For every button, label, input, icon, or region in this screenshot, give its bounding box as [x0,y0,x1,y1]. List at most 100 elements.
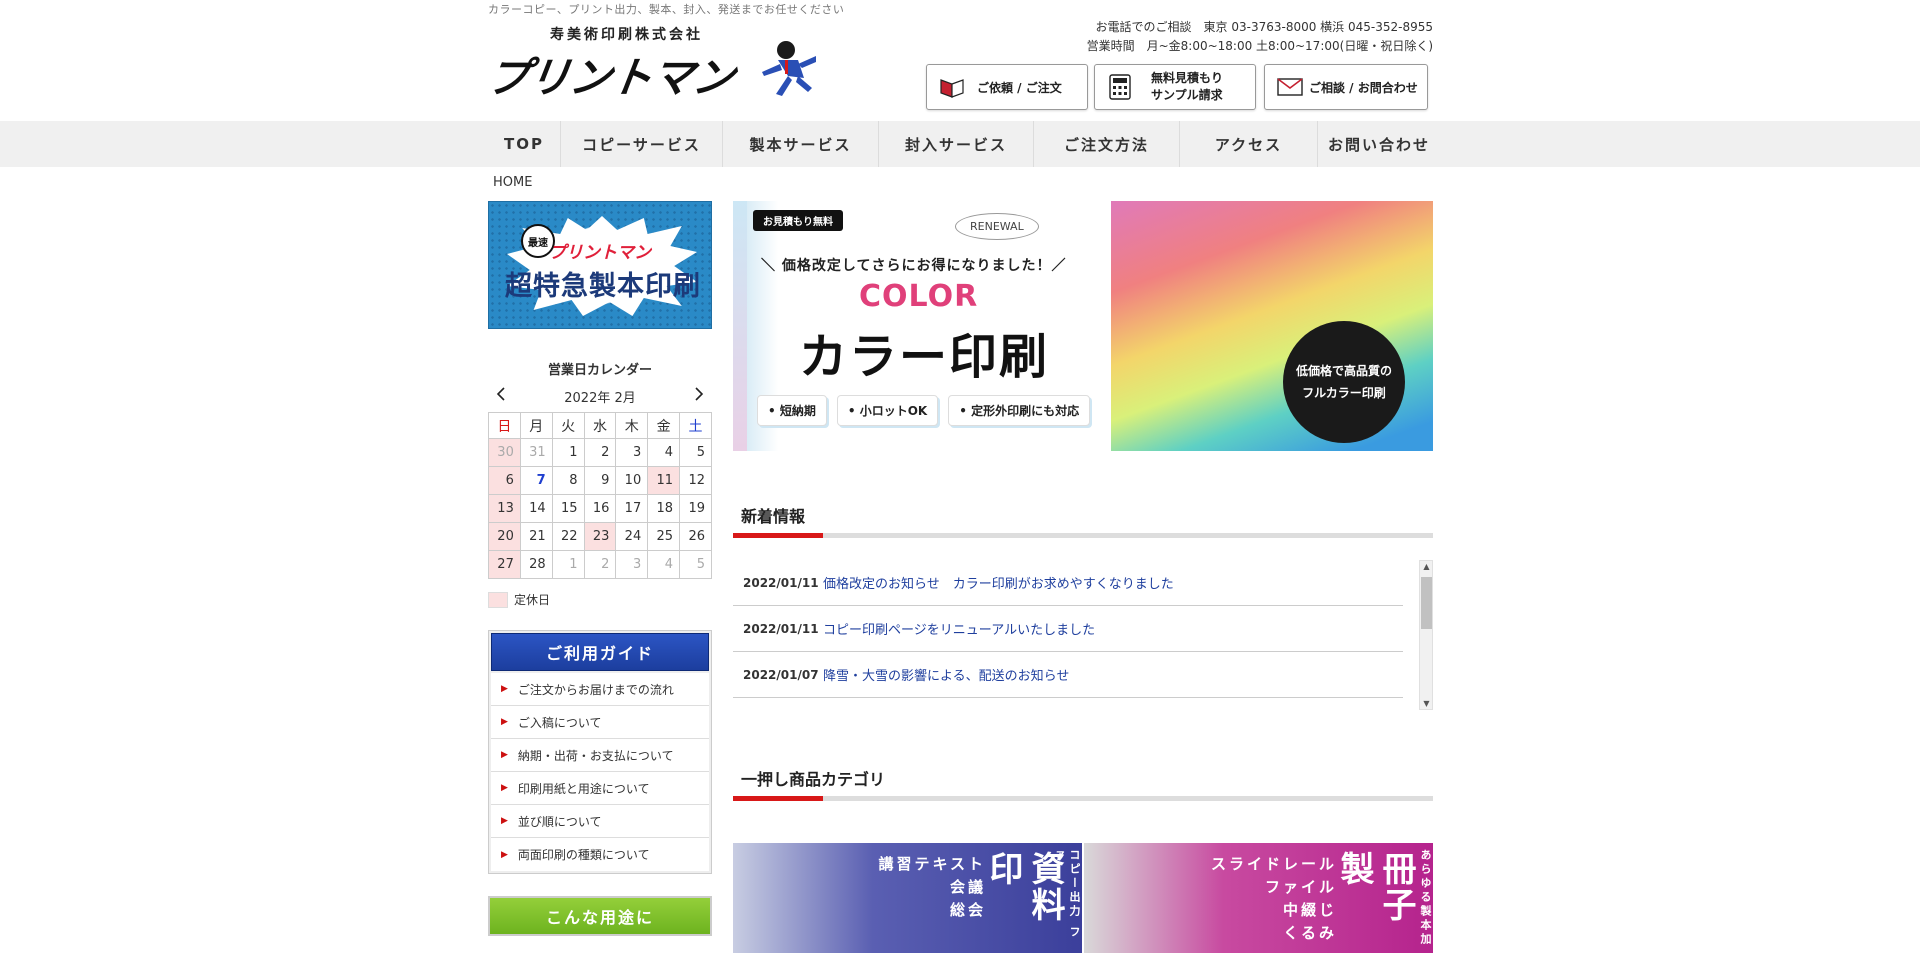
news-link[interactable]: 価格改定のお知らせ カラー印刷がお求めやすくなりました [823,573,1174,592]
guide-item[interactable]: ▶ 並び順について [491,805,709,838]
cat-line: 総会 [949,901,986,919]
calendar-day: 20 [488,522,521,551]
express-binding-banner[interactable]: 最速 プリントマン 超特急製本印刷 [488,201,712,329]
cat1-lines: 講習テキスト 会議 総会 [878,853,986,922]
calendar-day: 17 [615,494,649,523]
hero-left: お見積もり無料 RENEWAL ＼ 価格改定してさらにお得になりました！／ CO… [733,201,1111,451]
calendar-day: 30 [488,438,521,467]
calendar-day: 10 [615,466,649,495]
calendar-day: 9 [583,466,617,495]
calendar-day: 8 [551,466,585,495]
calendar-day: 1 [551,438,585,467]
circle-line-2: フルカラー印刷 [1302,386,1386,400]
calendar-day: 1 [551,550,585,579]
news-link[interactable]: 降雪・大雪の影響による、配送のお知らせ [823,665,1069,684]
weekday-sun: 日 [488,412,521,439]
news-item[interactable]: 2022/01/11 価格改定のお知らせ カラー印刷がお求めやすくなりました [733,560,1403,606]
triangle-right-icon: ▶ [501,684,508,694]
cat-line: 会議 [949,878,986,896]
calendar-day: 13 [488,494,521,523]
scroll-thumb[interactable] [1421,577,1432,629]
sidebar: 最速 プリントマン 超特急製本印刷 営業日カレンダー 2022年 2月 日 月 … [488,201,712,936]
cat-line: ファイル [1264,878,1337,896]
calendar-day: 25 [647,522,681,551]
news-scrollbar[interactable]: ▲ ▼ [1419,560,1433,710]
calendar-day: 5 [679,550,712,579]
cat2-vertical: あらゆる製本加 [1419,849,1432,947]
weekday-thu: 木 [615,412,649,439]
weekday-tue: 火 [551,412,585,439]
weekday-sat: 土 [679,412,712,439]
calendar-day: 23 [583,522,617,551]
prev-month-icon[interactable] [496,387,506,405]
calendar-day: 4 [647,550,681,579]
guide-item[interactable]: ▶ ご入稿について [491,706,709,739]
guide-item[interactable]: ▶ 納期・出荷・お支払について [491,739,709,772]
breadcrumb[interactable]: HOME [493,175,532,190]
banner-brand: プリントマン [549,243,651,263]
triangle-right-icon: ▶ [501,717,508,727]
hero-title: カラー印刷 [799,329,1050,385]
calendar-day: 24 [615,522,649,551]
triangle-right-icon: ▶ [501,783,508,793]
color-word: COLOR [859,279,979,314]
news-item[interactable]: 2022/01/11 コピー印刷ページをリニューアルいたしました [733,606,1403,652]
calendar-day: 18 [647,494,681,523]
guide-item[interactable]: ▶ 印刷用紙と用途について [491,772,709,805]
hero-tag: • 小ロットOK [836,395,939,426]
use-case-title[interactable]: こんな用途に [488,896,712,936]
guide-item-label: 納期・出荷・お支払について [517,748,674,763]
calendar-day: 12 [679,466,712,495]
calendar-day: 3 [615,438,649,467]
calendar-day: 4 [647,438,681,467]
scroll-down-icon[interactable]: ▼ [1422,699,1431,708]
guide-title[interactable]: ご利用ガイド [491,633,709,671]
hero-paper-image: 低価格で高品質の フルカラー印刷 [1111,201,1433,451]
main-content: お見積もり無料 RENEWAL ＼ 価格改定してさらにお得になりました！／ CO… [733,201,1433,953]
hero-tag: • 定形外印刷にも対応 [948,395,1091,426]
scroll-up-icon[interactable]: ▲ [1422,562,1431,571]
content-area: HOME 最速 プリントマン 超特急製本印刷 営業日カレンダー 2022年 2月… [488,0,1433,953]
calendar-day: 27 [488,550,521,579]
news-date: 2022/01/11 [743,621,819,636]
news-item[interactable]: 2022/01/07 降雪・大雪の影響による、配送のお知らせ [733,652,1403,698]
calendar-day: 15 [551,494,585,523]
hero-banner[interactable]: お見積もり無料 RENEWAL ＼ 価格改定してさらにお得になりました！／ CO… [733,201,1433,451]
calendar-day: 2 [583,550,617,579]
banner-title: 超特急製本印刷 [505,271,701,302]
calendar-month: 2022年 2月 [564,390,636,406]
calendar-day: 3 [615,550,649,579]
news-title: 新着情報 [733,497,1433,538]
business-calendar: 日 月 火 水 木 金 土 30 3 1 1 2 3 4 5 6 7 8 9 10… [488,412,712,579]
free-estimate-badge: お見積もり無料 [753,210,843,231]
weekday-wed: 水 [583,412,617,439]
news-link[interactable]: コピー印刷ページをリニューアルいたしました [823,619,1095,638]
next-month-icon[interactable] [694,387,704,405]
cat-line: 中綴じ [1282,901,1337,919]
cat-line: くるみ [1283,924,1337,942]
triangle-right-icon: ▶ [501,816,508,826]
calendar-day: 21 [519,522,553,551]
cat-line: 講習テキスト [878,855,986,873]
weekday-fri: 金 [647,412,681,439]
news-date: 2022/01/07 [743,667,819,682]
calendar-day: 22 [551,522,585,551]
calendar-legend: 定休日 [488,591,712,608]
calendar-today: 7 [519,466,553,495]
user-guide: ご利用ガイド ▶ ご注文からお届けまでの流れ ▶ ご入稿について ▶ 納期・出荷・お支… [488,630,712,874]
triangle-right-icon: ▶ [501,750,508,760]
hero-circle-badge: 低価格で高品質の フルカラー印刷 [1283,321,1405,443]
hero-stripe [733,201,747,451]
news-list: 2022/01/11 価格改定のお知らせ カラー印刷がお求めやすくなりました 20… [733,560,1433,710]
guide-item-label: ご入稿について [517,715,602,730]
calendar-day: 11 [647,466,681,495]
hero-tags: • 短納期 • 小ロットOK • 定形外印刷にも対応 [757,395,1091,426]
guide-item[interactable]: ▶ 両面印刷の種類について [491,838,709,871]
guide-item[interactable]: ▶ ご注文からお届けまでの流れ [491,673,709,706]
weekday-mon: 月 [519,412,553,439]
hero-tag: • 短納期 [757,395,827,426]
calendar-day: 14 [519,494,553,523]
circle-line-1: 低価格で高品質の [1295,364,1392,378]
calendar-title: 営業日カレンダー [547,363,652,378]
calendar-day: 28 [519,550,553,579]
